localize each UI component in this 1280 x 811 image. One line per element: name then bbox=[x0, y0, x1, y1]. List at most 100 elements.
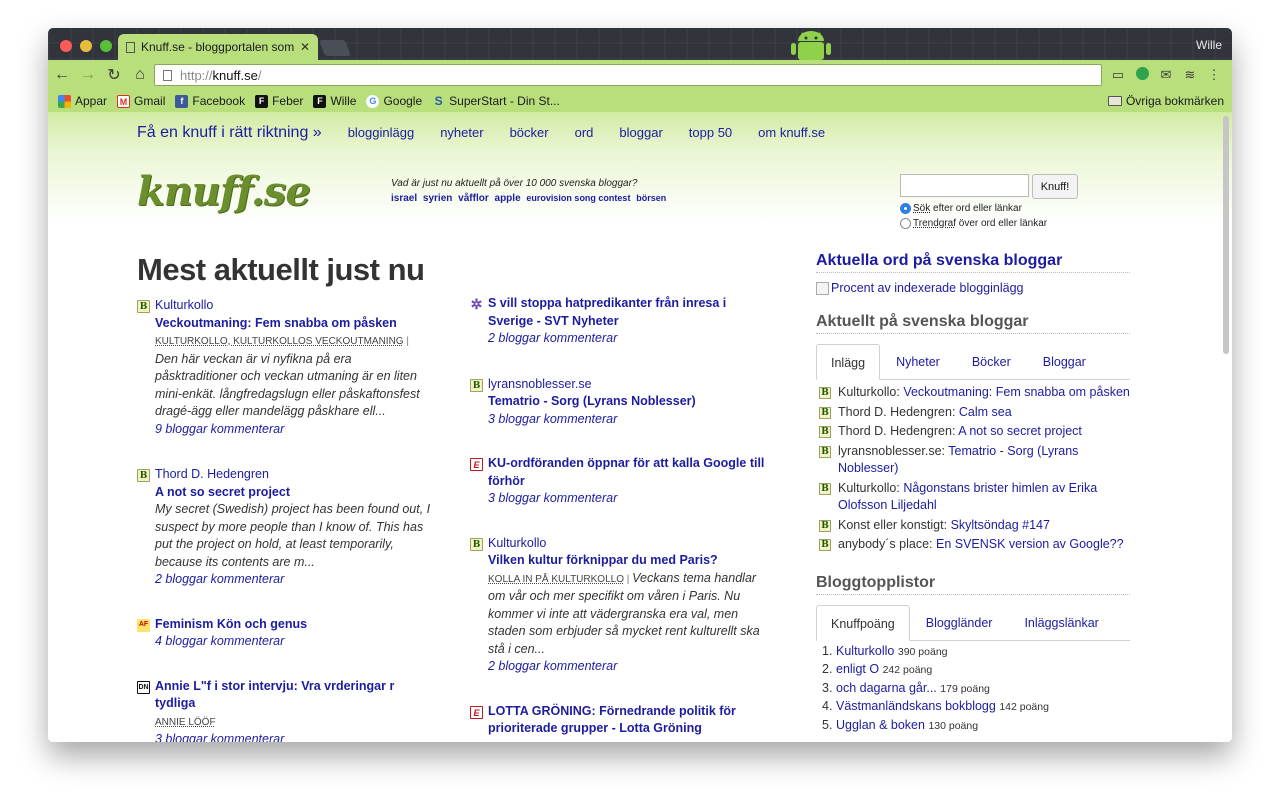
trending-word[interactable]: eurovision song contest bbox=[526, 193, 630, 203]
bookmark-wille[interactable]: F Wille bbox=[313, 94, 356, 108]
radio-search-row[interactable]: Sök efter ord eller länkar bbox=[900, 203, 1047, 214]
trending-word[interactable]: våfflor bbox=[458, 193, 489, 204]
post-title-link[interactable]: Veckoutmaning: Fem snabba om påsken bbox=[155, 315, 432, 333]
post-blog: Konst eller konstigt bbox=[838, 517, 944, 532]
bookmark-appar[interactable]: Appar bbox=[58, 94, 107, 108]
bookmark-facebook[interactable]: f Facebook bbox=[175, 94, 245, 108]
tab-close-icon[interactable]: ✕ bbox=[300, 40, 310, 54]
points: 130 poäng bbox=[928, 719, 979, 732]
trending-word[interactable]: israel bbox=[391, 193, 417, 204]
nav-topp50[interactable]: topp 50 bbox=[689, 125, 732, 140]
tab-nyheter[interactable]: Nyheter bbox=[880, 344, 956, 379]
extension-green-icon[interactable] bbox=[1134, 67, 1150, 83]
post-tags[interactable]: ANNIE LÖÖF bbox=[155, 717, 216, 728]
nav-om[interactable]: om knuff.se bbox=[758, 125, 825, 140]
nav-bocker[interactable]: böcker bbox=[510, 125, 549, 140]
home-icon[interactable]: ⌂ bbox=[128, 66, 152, 84]
post-title-link[interactable]: S vill stoppa hatpredikanter från inresa… bbox=[488, 295, 765, 330]
other-bookmarks[interactable]: Övriga bokmärken bbox=[1107, 94, 1224, 108]
tab-inlaggslanker[interactable]: Inläggslänkar bbox=[1008, 605, 1114, 640]
trending-word[interactable]: apple bbox=[495, 193, 521, 204]
bookmark-feber[interactable]: F Feber bbox=[255, 94, 303, 108]
reload-icon[interactable]: ↻ bbox=[102, 65, 126, 85]
forward-icon[interactable]: → bbox=[76, 66, 100, 84]
post-link[interactable]: Veckoutmaning: Fem snabba om påsken bbox=[903, 385, 1130, 399]
tab-knuffpoang[interactable]: Knuffpoäng bbox=[816, 604, 910, 641]
comments-link[interactable]: 4 bloggar kommenterar bbox=[155, 633, 432, 651]
post-link[interactable]: Calm sea bbox=[959, 405, 1012, 419]
new-tab-button[interactable] bbox=[319, 40, 351, 56]
top-blog-link[interactable]: Ugglan & boken bbox=[836, 718, 925, 732]
broken-image-icon bbox=[816, 281, 829, 295]
top-tabs: Knuffpoäng Bloggländer Inläggslänkar bbox=[816, 604, 1130, 641]
bookmark-google[interactable]: G Google bbox=[366, 94, 422, 108]
trending-word[interactable]: syrien bbox=[423, 193, 452, 204]
top-blog-link[interactable]: och dagarna går... bbox=[836, 681, 937, 695]
nav-ord[interactable]: ord bbox=[575, 125, 594, 140]
bookmark-superstart[interactable]: S SuperStart - Din St... bbox=[432, 94, 560, 108]
radio-trend-row[interactable]: Trendgraf över ord eller länkar bbox=[900, 218, 1047, 229]
tab-inlagg[interactable]: Inlägg bbox=[816, 344, 881, 380]
search-button[interactable]: Knuff! bbox=[1032, 174, 1078, 199]
sidebar-heading-words[interactable]: Aktuella ord på svenska bloggar bbox=[816, 252, 1130, 273]
post-link[interactable]: A not so secret project bbox=[958, 424, 1082, 438]
top-blog-link[interactable]: Västmanländskans bokblogg bbox=[836, 699, 996, 713]
post-title-link[interactable]: A not so secret project bbox=[155, 484, 432, 502]
close-window-button[interactable] bbox=[60, 40, 72, 52]
scrollbar-thumb[interactable] bbox=[1223, 116, 1229, 354]
cast-icon[interactable]: ▭ bbox=[1110, 67, 1126, 83]
zoom-window-button[interactable] bbox=[100, 40, 112, 52]
comments-link[interactable]: 3 bloggar kommenterar bbox=[488, 490, 765, 508]
nav-bloggar[interactable]: bloggar bbox=[619, 125, 662, 140]
bookmarks-bar: Appar M Gmail f Facebook F Feber F Wille… bbox=[48, 90, 1232, 112]
radio-trend[interactable] bbox=[900, 218, 911, 229]
blog-name-link[interactable]: lyransnoblesser.se bbox=[488, 376, 765, 394]
comments-link[interactable]: 9 bloggar kommenterar bbox=[155, 421, 432, 439]
search-input[interactable] bbox=[900, 174, 1029, 197]
comments-link[interactable]: 2 bloggar kommenterar bbox=[155, 571, 432, 589]
blog-favicon: B bbox=[819, 445, 831, 458]
blog-name-link[interactable]: Thord D. Hedengren bbox=[155, 466, 432, 484]
post-title-link[interactable]: Feminism Kön och genus bbox=[155, 616, 432, 634]
comments-link[interactable]: 2 bloggar kommenterar bbox=[488, 658, 765, 676]
top-blog-link[interactable]: Kulturkollo bbox=[836, 644, 894, 658]
profile-name[interactable]: Wille bbox=[1196, 38, 1222, 52]
layers-icon[interactable]: ≋ bbox=[1182, 67, 1198, 83]
blog-name-link[interactable]: Kulturkollo bbox=[155, 297, 432, 315]
mail-icon[interactable]: ✉ bbox=[1158, 67, 1174, 83]
post-tags[interactable]: KULTURKOLLO, KULTURKOLLOS VECKOUTMANING bbox=[155, 336, 404, 347]
post-title-link[interactable]: LOTTA GRÖNING: Förnedrande politik för p… bbox=[488, 703, 765, 738]
comments-link[interactable]: 2 bloggar kommenterar bbox=[488, 330, 765, 348]
blog-name-link[interactable]: Kulturkollo bbox=[488, 535, 765, 553]
post-title-link[interactable]: Vilken kultur förknippar du med Paris? bbox=[488, 552, 765, 570]
address-bar[interactable]: http:// knuff.se / bbox=[154, 64, 1102, 86]
browser-tab[interactable]: Knuff.se - bloggportalen som ✕ bbox=[118, 34, 318, 60]
trending-word[interactable]: börsen bbox=[636, 193, 666, 203]
bookmark-label: Wille bbox=[330, 94, 357, 108]
post-link[interactable]: Skyltsöndag #147 bbox=[951, 518, 1050, 532]
site-logo[interactable]: knuff.se bbox=[137, 168, 311, 215]
comments-link[interactable]: 3 bloggar kommenterar bbox=[155, 731, 432, 742]
minimize-window-button[interactable] bbox=[80, 40, 92, 52]
nav-blogginlagg[interactable]: blogginlägg bbox=[348, 125, 415, 140]
post-title-link[interactable]: KU-ordföranden öppnar för att kalla Goog… bbox=[488, 455, 765, 490]
radio-search[interactable] bbox=[900, 203, 911, 214]
comments-link[interactable]: 3 bloggar kommenterar bbox=[488, 411, 765, 429]
post-tags[interactable]: KOLLA IN PÅ KULTURKOLLO bbox=[488, 574, 624, 585]
tab-bloggar[interactable]: Bloggar bbox=[1027, 344, 1102, 379]
tab-bocker[interactable]: Böcker bbox=[956, 344, 1027, 379]
tab-blogglanker[interactable]: Bloggländer bbox=[910, 605, 1009, 640]
post-title-link[interactable]: Tematrio - Sorg (Lyrans Noblesser) bbox=[488, 393, 765, 411]
nav-nyheter[interactable]: nyheter bbox=[440, 125, 483, 140]
radio-search-desc: efter ord eller länkar bbox=[930, 203, 1022, 214]
chart-image-alt[interactable]: Procent av indexerade blogginlägg bbox=[816, 281, 1130, 295]
post-link[interactable]: En SVENSK version av Google?? bbox=[936, 537, 1124, 551]
back-icon[interactable]: ← bbox=[50, 66, 74, 84]
slogan-link[interactable]: Få en knuff i rätt riktning » bbox=[137, 124, 322, 142]
menu-icon[interactable]: ⋮ bbox=[1206, 67, 1222, 83]
page-info-icon[interactable] bbox=[163, 69, 172, 81]
points: 179 poäng bbox=[940, 682, 990, 695]
top-blog-link[interactable]: enligt O bbox=[836, 662, 879, 676]
bookmark-gmail[interactable]: M Gmail bbox=[117, 94, 165, 108]
post-title-link[interactable]: Annie L"f i stor intervju: Vra vrderinga… bbox=[155, 678, 432, 713]
